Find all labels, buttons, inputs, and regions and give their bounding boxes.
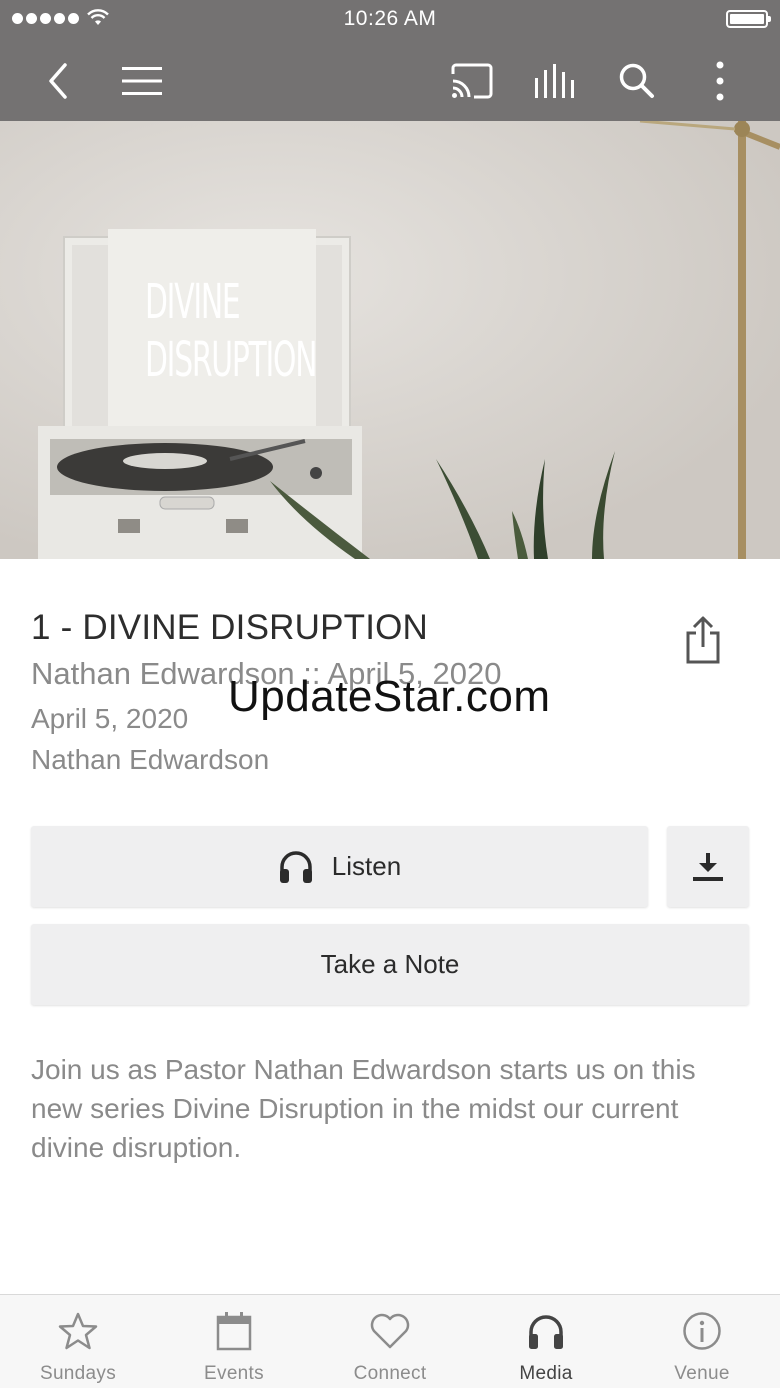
sermon-date: April 5, 2020 [31, 703, 189, 734]
tab-venue-label: Venue [674, 1363, 730, 1384]
status-time: 10:26 AM [343, 7, 437, 30]
artwork-title-line2: DISRUPTION [145, 332, 317, 388]
search-button[interactable] [614, 40, 660, 121]
more-vertical-icon [716, 61, 724, 100]
calendar-icon [216, 1312, 252, 1351]
share-button[interactable] [680, 612, 726, 668]
artwork-title-line1: DIVINE [145, 274, 241, 330]
tab-venue[interactable]: Venue [624, 1295, 780, 1388]
artwork-title: DIVINE DISRUPTION [145, 273, 317, 389]
watermark: UpdateStar.com [228, 672, 551, 721]
audio-levels-button[interactable] [530, 40, 580, 121]
listen-label: Listen [331, 851, 402, 881]
cast-icon [451, 63, 493, 98]
tab-media[interactable]: Media [468, 1295, 624, 1388]
tab-sundays-label: Sundays [39, 1363, 117, 1384]
cast-button[interactable] [446, 40, 498, 121]
app-toolbar [0, 40, 780, 121]
back-icon [49, 62, 67, 99]
sermon-speaker: Nathan Edwardson [31, 744, 270, 775]
tab-sundays[interactable]: Sundays [0, 1295, 156, 1388]
headphones-icon [279, 850, 312, 883]
sermon-artwork: DIVINE DISRUPTION [0, 121, 780, 559]
tab-connect-label: Connect [353, 1363, 427, 1384]
tab-connect[interactable]: Connect [312, 1295, 468, 1388]
more-options-button[interactable] [700, 40, 740, 121]
tab-media-label: Media [519, 1363, 573, 1384]
star-icon [58, 1312, 98, 1350]
info-icon [683, 1312, 721, 1350]
share-icon [686, 616, 720, 664]
heart-icon [370, 1313, 410, 1349]
listen-button[interactable]: Listen [31, 826, 648, 907]
bottom-tab-bar: Sundays Events Connect Media Venue [0, 1294, 780, 1388]
take-note-label: Take a Note [320, 949, 460, 979]
battery-icon [726, 10, 771, 28]
take-note-button[interactable]: Take a Note [31, 924, 749, 1005]
search-icon [619, 63, 654, 98]
headphones-icon [529, 1315, 563, 1349]
menu-button[interactable] [118, 40, 166, 121]
tab-events[interactable]: Events [156, 1295, 312, 1388]
back-button[interactable] [36, 40, 80, 121]
status-bar: 10:26 AM [0, 0, 780, 40]
sermon-description: Join us as Pastor Nathan Edwardson start… [31, 1054, 696, 1163]
sermon-title: 1 - DIVINE DISRUPTION [31, 608, 429, 647]
tab-events-label: Events [204, 1363, 264, 1384]
download-icon [693, 852, 723, 881]
download-button[interactable] [667, 826, 749, 907]
equalizer-icon [535, 63, 574, 98]
hamburger-icon [122, 66, 162, 95]
